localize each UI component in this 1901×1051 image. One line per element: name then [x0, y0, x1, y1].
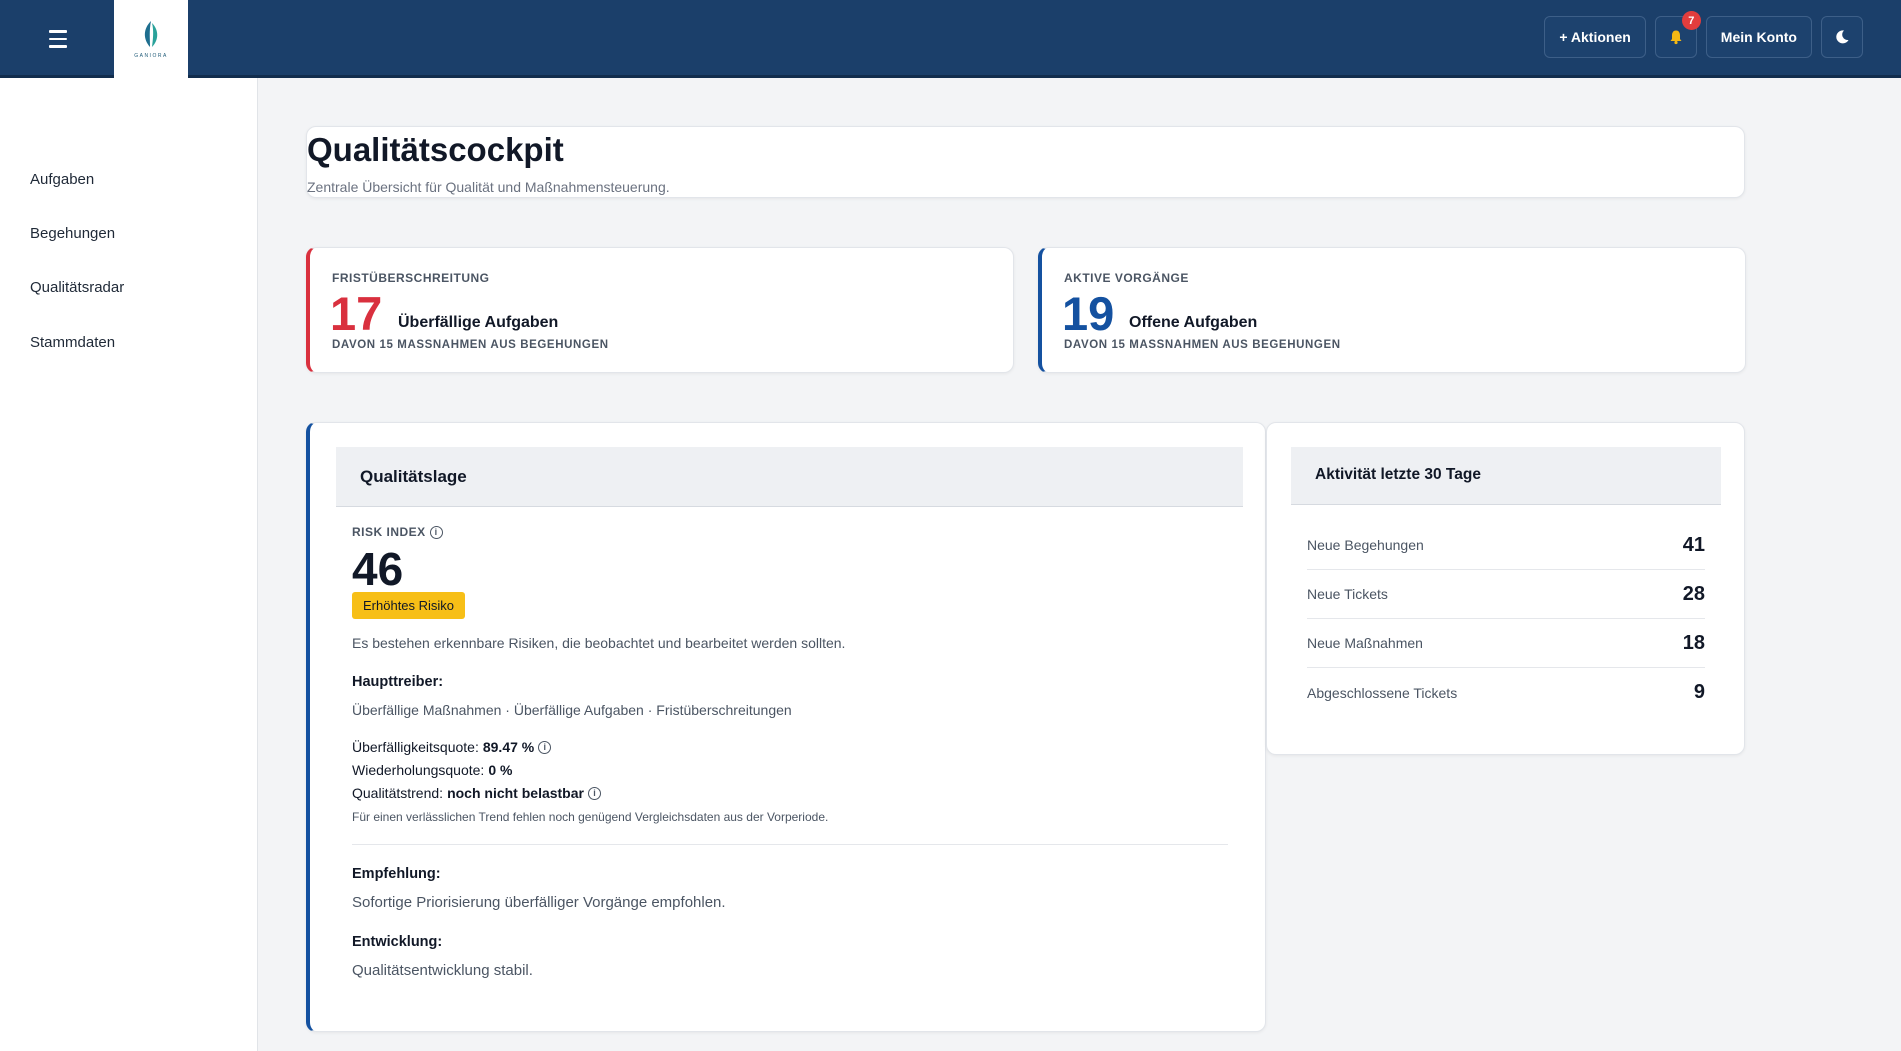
bell-icon: [1670, 30, 1682, 45]
divider: [352, 844, 1228, 845]
trend-note: Für einen verlässlichen Trend fehlen noc…: [352, 810, 829, 824]
sidebar-item-stammdaten[interactable]: Stammdaten: [30, 334, 115, 351]
top-actions: + Aktionen 7 Mein Konto: [1544, 11, 1863, 58]
quality-trend-label: Qualitätstrend:: [352, 785, 444, 801]
drivers-label: Haupttreiber:: [352, 674, 444, 690]
recommendation-text: Sofortige Priorisierung überfälliger Vor…: [352, 894, 726, 911]
risk-index-value: 46: [352, 543, 404, 595]
activity-value: 41: [1682, 533, 1705, 556]
stat-label: FRISTÜBERSCHREITUNG: [332, 271, 490, 285]
info-icon[interactable]: i: [538, 740, 552, 754]
account-button[interactable]: Mein Konto: [1705, 16, 1812, 58]
sidebar-item-begehungen[interactable]: Begehungen: [30, 225, 115, 242]
app-logo[interactable]: GANIORA: [114, 0, 188, 78]
active-stat-card[interactable]: AKTIVE VORGÄNGE 19 Offene Aufgaben DAVON…: [1038, 247, 1746, 373]
leaf-logo-icon: [144, 20, 158, 47]
risk-description: Es bestehen erkennbare Risiken, die beob…: [352, 635, 846, 651]
development-text: Qualitätsentwicklung stabil.: [352, 962, 533, 979]
risk-index-label-text: RISK INDEX: [352, 525, 426, 539]
stat-description: Überfällige Aufgaben: [398, 314, 559, 331]
stat-footnote: DAVON 15 MASSNAHMEN AUS BEGEHUNGEN: [332, 339, 609, 351]
activity-label: Neue Begehungen: [1307, 537, 1424, 553]
activity-row: Neue Maßnahmen 18: [1307, 619, 1705, 668]
repeat-quota-line: Wiederholungsquote: 0 %: [352, 762, 512, 778]
notification-count-badge: 7: [1681, 11, 1701, 30]
activity-row: Neue Tickets 28: [1307, 570, 1705, 619]
activity-value: 18: [1682, 631, 1705, 654]
risk-status-badge: Erhöhtes Risiko: [352, 592, 466, 619]
overdue-stat-card[interactable]: FRISTÜBERSCHREITUNG 17 Überfällige Aufga…: [306, 247, 1014, 373]
recommendation-label: Empfehlung:: [352, 866, 441, 882]
page-header-card: Qualitätscockpit Zentrale Übersicht für …: [306, 126, 1745, 198]
activity-label: Neue Maßnahmen: [1307, 635, 1423, 651]
repeat-quota-label: Wiederholungsquote:: [352, 762, 485, 778]
activity-label: Abgeschlossene Tickets: [1307, 684, 1458, 701]
drivers-text: Überfällige Maßnahmen · Überfällige Aufg…: [352, 702, 792, 718]
overdue-quota-label: Überfälligkeitsquote:: [352, 739, 479, 755]
development-label: Entwicklung:: [352, 934, 443, 950]
stat-label: AKTIVE VORGÄNGE: [1064, 271, 1189, 285]
overdue-quota-value: 89.47 %: [482, 739, 535, 755]
activity-row: Neue Begehungen 41: [1307, 521, 1705, 570]
stat-value: 19: [1062, 287, 1115, 340]
page-title: Qualitätscockpit: [307, 131, 564, 168]
info-icon[interactable]: i: [429, 525, 443, 539]
menu-toggle-icon[interactable]: [40, 24, 76, 54]
activity-label: Neue Tickets: [1307, 586, 1388, 602]
sidebar-item-qualitaetsradar[interactable]: Qualitätsradar: [30, 279, 124, 296]
activity-card-header: Aktivität letzte 30 Tage: [1291, 447, 1721, 505]
logo-text: GANIORA: [134, 52, 168, 59]
sidebar: Aufgaben Begehungen Qualitätsradar Stamm…: [0, 78, 258, 1051]
stat-footnote: DAVON 15 MASSNAHMEN AUS BEGEHUNGEN: [1064, 339, 1341, 351]
quality-trend-value: noch nicht belastbar: [447, 785, 584, 801]
quality-card: Qualitätslage RISK INDEX i 46 Erhöhtes R…: [306, 422, 1266, 1032]
stat-value: 17: [330, 287, 383, 340]
overdue-quota-line: Überfälligkeitsquote: 89.47 % i: [352, 739, 552, 755]
actions-button[interactable]: + Aktionen: [1544, 16, 1646, 58]
quality-trend-line: Qualitätstrend: noch nicht belastbar i: [352, 785, 601, 801]
top-navbar: GANIORA + Aktionen 7 Mein Konto: [0, 0, 1901, 78]
activity-row: Abgeschlossene Tickets 9: [1307, 668, 1705, 717]
risk-index-label: RISK INDEX i: [352, 525, 443, 539]
moon-icon: [1836, 30, 1849, 44]
theme-toggle-button[interactable]: [1821, 16, 1863, 58]
info-icon[interactable]: i: [587, 786, 601, 800]
activity-value: 9: [1693, 681, 1705, 703]
page-subtitle: Zentrale Übersicht für Qualität und Maßn…: [307, 179, 670, 195]
sidebar-item-aufgaben[interactable]: Aufgaben: [30, 171, 94, 188]
notifications-button[interactable]: 7: [1654, 11, 1701, 58]
activity-value: 28: [1682, 582, 1705, 605]
quality-card-header: Qualitätslage: [336, 447, 1243, 507]
activity-card: Aktivität letzte 30 Tage Neue Begehungen…: [1266, 422, 1745, 755]
activity-title: Aktivität letzte 30 Tage: [1315, 466, 1481, 483]
stat-description: Offene Aufgaben: [1129, 314, 1258, 331]
repeat-quota-value: 0 %: [488, 762, 513, 778]
quality-title: Qualitätslage: [360, 467, 467, 486]
